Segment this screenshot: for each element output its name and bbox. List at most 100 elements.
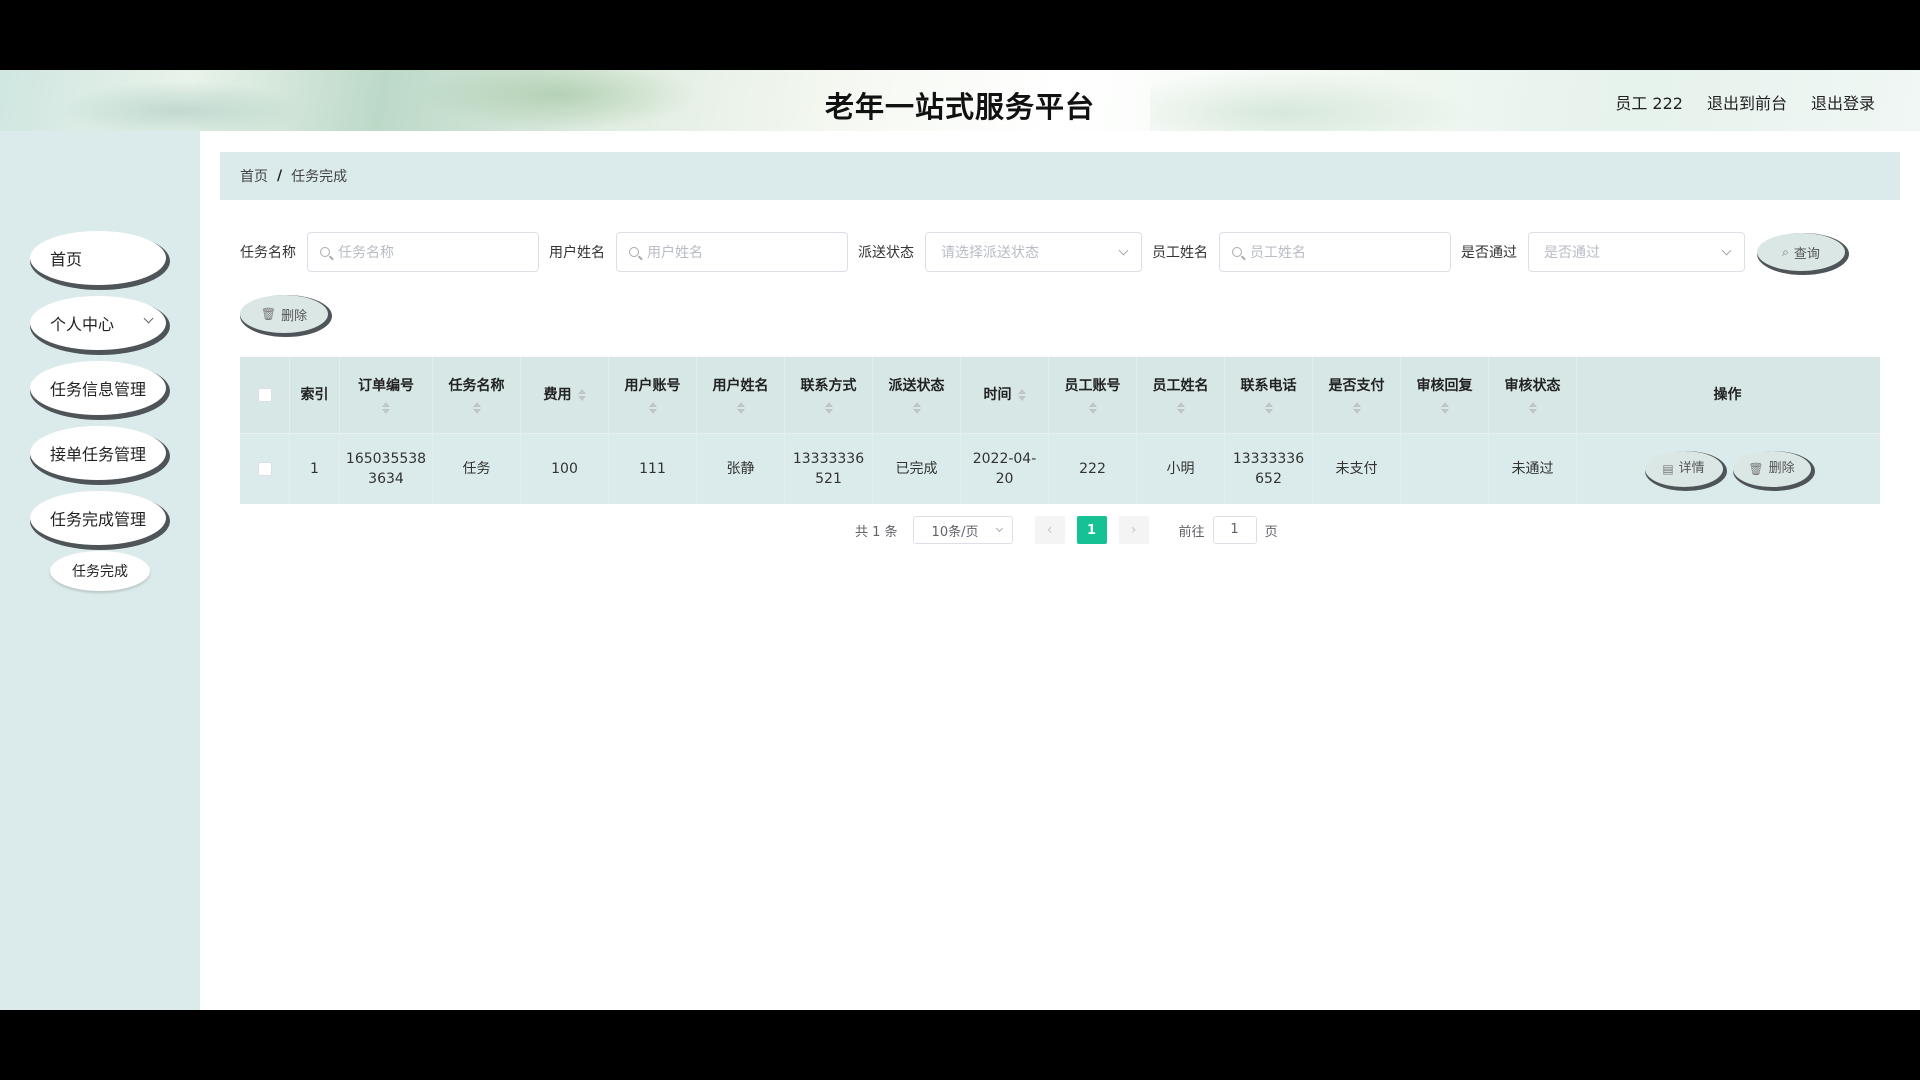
header-staff-phone[interactable]: 联系电话	[1225, 357, 1313, 433]
trash-icon: 🗑	[260, 307, 277, 321]
header-staff-name-label: 员工姓名	[1152, 378, 1209, 394]
search-icon	[1232, 247, 1242, 257]
dispatch-status-select[interactable]: 请选择派送状态	[925, 232, 1142, 272]
header-time-label: 时间	[983, 387, 1012, 403]
sort-icon[interactable]	[648, 402, 657, 414]
cell-review-status-value: 未通过	[1511, 461, 1554, 477]
detail-button[interactable]: ▤ 详情	[1644, 451, 1723, 487]
prev-page-button[interactable]: ‹	[1034, 516, 1065, 544]
header-paid[interactable]: 是否支付	[1313, 357, 1401, 433]
staff-name-input[interactable]: 员工姓名	[1219, 232, 1451, 272]
sort-icon[interactable]	[1017, 389, 1026, 401]
header-user-account[interactable]: 用户账号	[609, 357, 697, 433]
sort-icon[interactable]	[1088, 402, 1097, 414]
cell-staff-account: 222	[1049, 434, 1137, 504]
header-fee[interactable]: 费用	[521, 357, 609, 433]
cell-index-value: 1	[310, 461, 319, 477]
exit-to-front-link[interactable]: 退出到前台	[1707, 90, 1787, 114]
sort-icon[interactable]	[1264, 402, 1273, 414]
cell-contact-line1: 13333336	[792, 451, 865, 467]
sort-icon[interactable]	[912, 402, 921, 414]
user-name-placeholder: 用户姓名	[647, 245, 703, 261]
header-time[interactable]: 时间	[961, 357, 1049, 433]
cell-staff-name: 小明	[1137, 434, 1225, 504]
breadcrumb-home[interactable]: 首页	[240, 166, 268, 186]
header-task-name[interactable]: 任务名称	[433, 357, 521, 433]
sidebar-item-label: 个人中心	[50, 315, 115, 334]
header-user-account-label: 用户账号	[624, 378, 681, 394]
chevron-down-icon	[1118, 245, 1129, 256]
search-icon: ⌕	[1782, 244, 1789, 259]
page-number-label: 1	[1087, 522, 1097, 538]
sidebar-item-home[interactable]: 首页	[30, 231, 166, 285]
header-index: 索引	[290, 357, 340, 433]
sort-icon[interactable]	[736, 402, 745, 414]
sidebar-item-task-info[interactable]: 任务信息管理	[30, 361, 166, 415]
sort-icon[interactable]	[472, 402, 481, 414]
header-order-no-label: 订单编号	[358, 378, 414, 394]
sort-icon[interactable]	[1352, 402, 1361, 414]
staff-name-label: 员工姓名	[1152, 245, 1208, 261]
cell-staff-phone-line2: 652	[1255, 471, 1282, 487]
page-number-current[interactable]: 1	[1076, 516, 1107, 544]
header-dispatch[interactable]: 派送状态	[873, 357, 961, 433]
header-actions-label: 操作	[1713, 387, 1742, 403]
sort-icon[interactable]	[824, 402, 833, 414]
goto-page-value: 1	[1230, 522, 1239, 537]
row-delete-button[interactable]: 🗑 删除	[1732, 451, 1811, 487]
cell-review-status: 未通过	[1489, 434, 1577, 504]
cell-contact: 13333336 521	[785, 434, 873, 504]
row-checkbox[interactable]	[257, 462, 272, 476]
sidebar-item-label: 任务完成管理	[50, 510, 147, 529]
cell-contact-line2: 521	[815, 471, 842, 487]
batch-delete-button[interactable]: 🗑 删除	[240, 295, 328, 333]
next-page-button[interactable]: ›	[1118, 516, 1149, 544]
header-contact[interactable]: 联系方式	[785, 357, 873, 433]
goto-suffix: 页	[1264, 524, 1278, 540]
cell-staff-name-value: 小明	[1166, 461, 1195, 477]
sidebar-subitem-task-completed[interactable]: 任务完成	[50, 551, 150, 591]
task-name-input[interactable]: 任务名称	[307, 232, 539, 272]
row-delete-button-label: 删除	[1768, 461, 1795, 476]
cell-user-name: 张静	[697, 434, 785, 504]
user-name-input[interactable]: 用户姓名	[616, 232, 848, 272]
header-contact-label: 联系方式	[800, 378, 857, 394]
page-size-select[interactable]: 10条/页	[912, 516, 1013, 544]
sort-icon[interactable]	[382, 402, 390, 414]
header-staff-account[interactable]: 员工账号	[1049, 357, 1137, 433]
passed-select[interactable]: 是否通过	[1528, 232, 1745, 272]
sort-icon[interactable]	[577, 389, 586, 401]
page-size-value: 10条/页	[931, 524, 979, 540]
cell-fee-value: 100	[551, 461, 578, 477]
search-button[interactable]: ⌕ 查询	[1757, 233, 1845, 271]
cell-fee: 100	[521, 434, 609, 504]
sidebar-item-accepted-tasks[interactable]: 接单任务管理	[30, 426, 166, 480]
batch-delete-label: 删除	[281, 308, 308, 324]
header-order-no[interactable]: 订单编号	[340, 357, 433, 433]
select-all-checkbox[interactable]	[257, 388, 272, 402]
header-review-status[interactable]: 审核状态	[1489, 357, 1577, 433]
sort-icon[interactable]	[1528, 402, 1537, 414]
goto-label: 前往	[1178, 524, 1205, 540]
header-staff-name[interactable]: 员工姓名	[1137, 357, 1225, 433]
header-review-reply[interactable]: 审核回复	[1401, 357, 1489, 433]
staff-name-placeholder: 员工姓名	[1250, 245, 1306, 261]
header-fee-label: 费用	[543, 387, 572, 403]
goto-page-input[interactable]: 1	[1212, 516, 1257, 544]
sidebar-item-label: 接单任务管理	[50, 445, 147, 464]
sort-icon[interactable]	[1176, 402, 1185, 414]
header-user-name[interactable]: 用户姓名	[697, 357, 785, 433]
sort-icon[interactable]	[1440, 402, 1449, 414]
header-user-name-label: 用户姓名	[712, 378, 769, 394]
table-header: 索引 订单编号 任务名称 费用 用户账号 用户姓名 联系方式 派送状态 时间 员…	[240, 357, 1880, 433]
search-icon	[629, 247, 639, 257]
cell-time-line2: 20	[995, 471, 1014, 487]
sidebar-item-task-completion[interactable]: 任务完成管理	[30, 491, 166, 545]
logout-link[interactable]: 退出登录	[1811, 90, 1875, 114]
cell-index: 1	[290, 434, 340, 504]
header-review-reply-label: 审核回复	[1416, 378, 1473, 394]
select-all-cell	[240, 357, 290, 433]
dispatch-status-label: 派送状态	[858, 245, 914, 261]
sidebar-item-personal-center[interactable]: 个人中心	[30, 296, 166, 350]
header-index-label: 索引	[300, 387, 329, 403]
